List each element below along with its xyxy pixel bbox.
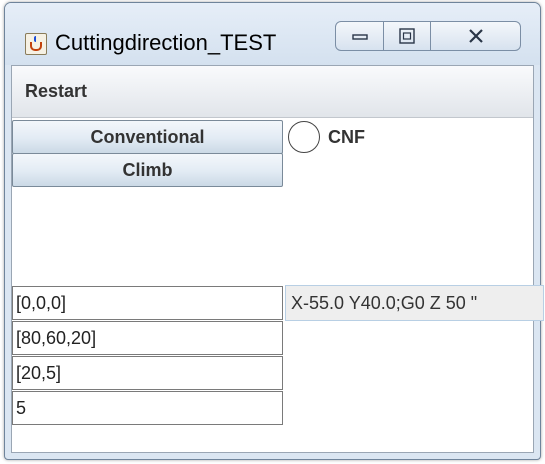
origin-field[interactable]: [0,0,0] <box>12 286 283 320</box>
conventional-button[interactable]: Conventional <box>12 120 283 154</box>
climb-button[interactable]: Climb <box>12 153 283 187</box>
menu-restart[interactable]: Restart <box>21 79 91 104</box>
maximize-icon <box>399 28 415 44</box>
gcode-output[interactable]: X-55.0 Y40.0;G0 Z 50 " <box>285 285 544 321</box>
window-title: Cuttingdirection_TEST <box>55 30 277 55</box>
menu-bar: Restart <box>12 66 533 118</box>
java-cup-icon[interactable] <box>25 33 47 55</box>
radio-circle-icon[interactable] <box>288 121 320 153</box>
cnf-radio[interactable]: CNF <box>288 120 365 154</box>
close-icon <box>468 29 483 43</box>
content-pane: Restart Conventional Climb CNF [0,0,0] [… <box>11 65 544 453</box>
cnf-radio-label[interactable]: CNF <box>328 127 365 148</box>
main-panel: Conventional Climb CNF [0,0,0] [80,60,20… <box>12 118 544 452</box>
title-bar[interactable]: Cuttingdirection_TEST <box>5 3 540 65</box>
tool-params-field[interactable]: [20,5] <box>12 356 283 390</box>
stock-size-field[interactable]: [80,60,20] <box>12 321 283 355</box>
application-window: Cuttingdirection_TEST Restart Convention… <box>4 2 544 460</box>
maximize-button[interactable] <box>383 21 431 51</box>
cup-shape <box>30 42 42 51</box>
minimize-icon <box>351 34 368 40</box>
minimize-button[interactable] <box>335 21 384 51</box>
step-field[interactable]: 5 <box>12 391 283 425</box>
close-button[interactable] <box>430 21 521 51</box>
